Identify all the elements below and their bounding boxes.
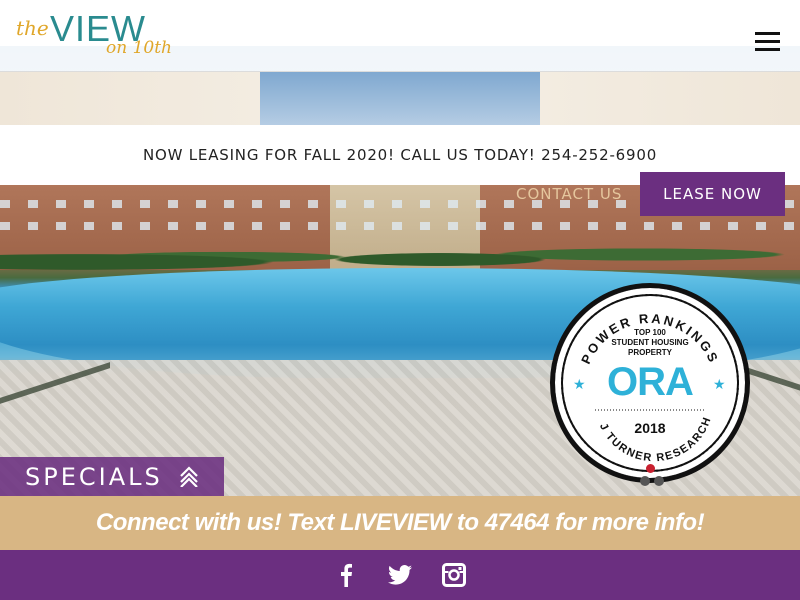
hero-windows <box>0 222 800 230</box>
facebook-icon[interactable] <box>334 562 358 588</box>
lease-now-button[interactable]: LEASE NOW <box>640 172 785 216</box>
menu-bar <box>755 40 780 43</box>
site-header: the VIEW on 10th <box>0 0 800 72</box>
social-footer <box>0 550 800 600</box>
ora-power-rankings-badge: POWER RANKINGS J TURNER RESEARCH TOP 100… <box>550 283 750 483</box>
hero-building-left <box>0 72 260 132</box>
badge-subtitle: TOP 100 STUDENT HOUSING PROPERTY <box>555 328 745 358</box>
instagram-icon[interactable] <box>442 562 466 588</box>
twitter-icon[interactable] <box>388 562 412 588</box>
badge-brand: ORA <box>607 360 694 404</box>
double-chevron-up-icon <box>180 466 198 487</box>
logo-on-10th: on 10th <box>106 38 172 58</box>
badge-line1: TOP 100 <box>634 328 666 337</box>
badge-year: 2018 <box>634 420 666 436</box>
hero-building-right <box>540 72 800 132</box>
hero-sky <box>230 72 570 126</box>
menu-bar <box>755 48 780 51</box>
contact-us-link[interactable]: CONTACT US <box>516 185 622 203</box>
badge-line3: PROPERTY <box>627 348 672 357</box>
carousel-dot[interactable] <box>654 476 664 486</box>
carousel-dot[interactable] <box>640 476 650 486</box>
site-logo[interactable]: the VIEW on 10th <box>16 8 176 62</box>
connect-banner: Connect with us! Text LIVEVIEW to 47464 … <box>0 496 800 550</box>
menu-icon[interactable] <box>755 32 780 52</box>
badge-line2: STUDENT HOUSING <box>611 338 689 347</box>
menu-bar <box>755 32 780 35</box>
specials-tab[interactable]: SPECIALS <box>0 457 224 496</box>
carousel-dots <box>640 464 664 486</box>
specials-label: SPECIALS <box>25 462 163 491</box>
carousel-dot-active[interactable] <box>646 464 655 473</box>
logo-the: the <box>16 16 49 40</box>
